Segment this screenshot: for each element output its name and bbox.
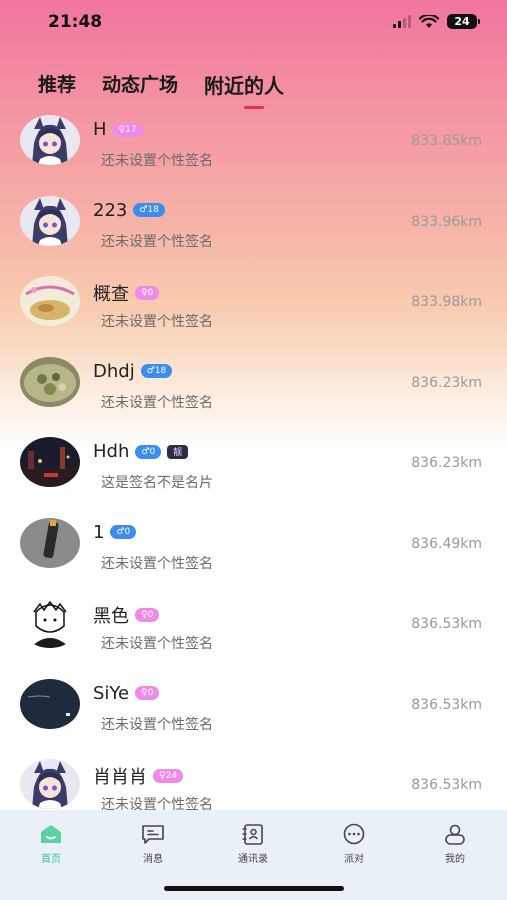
home-indicator bbox=[164, 886, 344, 891]
contacts-icon bbox=[242, 824, 263, 845]
user-name-wrap: H ♀17 bbox=[93, 119, 143, 140]
tabbar-profile[interactable]: 我的 bbox=[425, 822, 485, 865]
user-signature: 还未设置个性签名 bbox=[101, 716, 213, 733]
user-name: H bbox=[93, 119, 107, 140]
tabbar-messages-label: 消息 bbox=[143, 854, 163, 865]
gender-age-badge: ♀0 bbox=[135, 686, 160, 700]
user-name-wrap: 黑色 ♀0 bbox=[93, 602, 160, 628]
user-row[interactable]: Dhdj ♂18 还未设置个性签名 836.23km bbox=[0, 342, 507, 423]
user-signature: 还未设置个性签名 bbox=[101, 636, 213, 652]
tab-recommend[interactable]: 推荐 bbox=[38, 70, 76, 99]
user-distance: 836.23km bbox=[411, 374, 482, 391]
top-tabs: 推荐 动态广场 附近的人 bbox=[38, 70, 284, 109]
gender-age-badge: ♂18 bbox=[133, 203, 165, 217]
user-name: 1 bbox=[93, 521, 105, 543]
tabbar-profile-label: 我的 bbox=[445, 854, 465, 865]
user-name: Hdh bbox=[93, 441, 130, 462]
signal-icon bbox=[393, 15, 411, 28]
user-signature: 还未设置个性签名 bbox=[101, 314, 213, 330]
user-signature: 还未设置个性签名 bbox=[101, 555, 213, 572]
tabbar-home[interactable]: 首页 bbox=[21, 822, 81, 865]
user-distance: 836.53km bbox=[411, 616, 482, 632]
avatar[interactable] bbox=[20, 678, 80, 729]
gender-age-badge: ♀17 bbox=[112, 122, 143, 137]
user-name-wrap: 概查 ♀0 bbox=[93, 280, 160, 306]
user-name-wrap: SiYe ♀0 bbox=[93, 682, 160, 704]
tabbar-messages[interactable]: 消息 bbox=[123, 822, 183, 865]
avatar[interactable] bbox=[20, 598, 80, 648]
user-row[interactable]: 概查 ♀0 还未设置个性签名 833.98km bbox=[0, 261, 507, 342]
user-signature: 这是签名不是名片 bbox=[101, 475, 213, 491]
avatar[interactable] bbox=[20, 115, 80, 165]
user-distance: 836.53km bbox=[411, 696, 482, 713]
avatar[interactable] bbox=[20, 356, 80, 407]
gender-age-badge: ♂0 bbox=[110, 525, 137, 539]
user-row[interactable]: 223 ♂18 还未设置个性签名 833.96km bbox=[0, 181, 507, 262]
user-distance: 833.85km bbox=[411, 133, 482, 149]
wifi-icon bbox=[419, 14, 439, 28]
user-distance: 833.96km bbox=[411, 213, 482, 230]
user-distance: 836.49km bbox=[411, 535, 482, 552]
status-icons: 24 bbox=[393, 14, 480, 29]
user-signature: 还未设置个性签名 bbox=[101, 153, 213, 169]
tabbar-party-label: 派对 bbox=[344, 854, 364, 865]
user-row[interactable]: SiYe ♀0 还未设置个性签名 836.53km bbox=[0, 664, 507, 745]
status-bar: 21:48 24 bbox=[0, 0, 507, 50]
user-row[interactable]: Hdh ♂0 靓 这是签名不是名片 836.23km bbox=[0, 422, 507, 503]
user-name-wrap: 1 ♂0 bbox=[93, 521, 137, 543]
pretty-badge: 靓 bbox=[167, 444, 189, 459]
user-name: 黑色 bbox=[93, 606, 129, 627]
tabbar-contacts[interactable]: 通讯录 bbox=[223, 822, 283, 865]
user-name: SiYe bbox=[93, 682, 130, 704]
user-distance: 836.23km bbox=[411, 455, 482, 471]
user-name: 概查 bbox=[93, 284, 129, 305]
user-name-wrap: Dhdj ♂18 bbox=[93, 360, 173, 382]
profile-icon bbox=[445, 824, 465, 845]
user-distance: 833.98km bbox=[411, 294, 482, 310]
tabbar-contacts-label: 通讯录 bbox=[238, 854, 268, 865]
user-row[interactable]: 黑色 ♀0 还未设置个性签名 836.53km bbox=[0, 583, 507, 664]
user-row[interactable]: H ♀17 还未设置个性签名 833.85km bbox=[0, 100, 507, 181]
home-icon bbox=[41, 825, 61, 843]
battery-icon: 24 bbox=[447, 14, 480, 29]
party-icon bbox=[343, 823, 365, 845]
avatar[interactable] bbox=[20, 759, 80, 809]
avatar[interactable] bbox=[20, 195, 80, 246]
avatar[interactable] bbox=[20, 276, 80, 326]
message-icon bbox=[142, 825, 164, 844]
user-signature: 还未设置个性签名 bbox=[101, 233, 213, 250]
user-signature: 还未设置个性签名 bbox=[101, 797, 213, 810]
tab-nearby[interactable]: 附近的人 bbox=[204, 70, 284, 109]
user-name-wrap: 肖肖肖 ♀24 bbox=[93, 763, 184, 789]
user-name: 肖肖肖 bbox=[93, 767, 147, 788]
avatar[interactable] bbox=[20, 437, 80, 487]
user-name-wrap: 223 ♂18 bbox=[93, 200, 165, 221]
user-signature: 还未设置个性签名 bbox=[101, 394, 213, 411]
user-row[interactable]: 肖肖肖 ♀24 还未设置个性签名 836.53km bbox=[0, 744, 507, 810]
user-distance: 836.53km bbox=[411, 777, 482, 793]
user-name-wrap: Hdh ♂0 靓 bbox=[93, 441, 189, 462]
nearby-user-list[interactable]: H ♀17 还未设置个性签名 833.85km 223 ♂18 还未设置个性签名… bbox=[0, 100, 507, 810]
gender-age-badge: ♀0 bbox=[135, 286, 160, 300]
user-row[interactable]: 1 ♂0 还未设置个性签名 836.49km bbox=[0, 503, 507, 584]
tabbar-home-label: 首页 bbox=[41, 854, 61, 865]
gender-age-badge: ♀0 bbox=[135, 608, 160, 622]
tabbar-party[interactable]: 派对 bbox=[324, 822, 384, 865]
gender-age-badge: ♂0 bbox=[135, 444, 162, 459]
avatar[interactable] bbox=[20, 517, 80, 568]
user-name: 223 bbox=[93, 199, 128, 221]
tab-square[interactable]: 动态广场 bbox=[102, 70, 178, 99]
gender-age-badge: ♀24 bbox=[153, 769, 184, 783]
status-time: 21:48 bbox=[48, 12, 103, 32]
user-name: Dhdj bbox=[93, 360, 135, 382]
gender-age-badge: ♂18 bbox=[140, 364, 173, 378]
